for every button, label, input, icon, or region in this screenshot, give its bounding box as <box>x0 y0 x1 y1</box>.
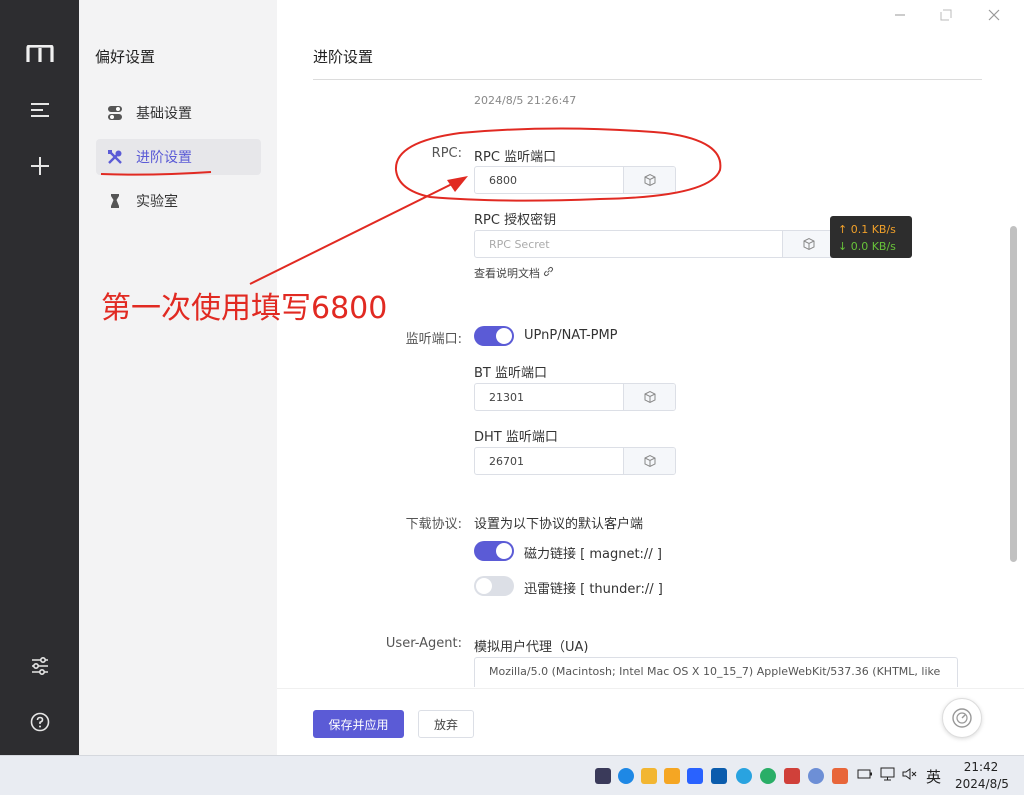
title-divider <box>313 79 982 80</box>
rpc-port-value[interactable]: 6800 <box>475 167 623 193</box>
dice-icon[interactable] <box>782 231 834 257</box>
ime-indicator[interactable]: 英 <box>926 766 941 787</box>
switch-knob <box>496 328 512 344</box>
app-icon[interactable] <box>595 768 611 784</box>
app-icon[interactable] <box>808 768 824 784</box>
nav-item-label: 基础设置 <box>136 106 192 122</box>
thunder-label: 迅雷链接 [ thunder:// ] <box>524 582 663 597</box>
network-icon[interactable] <box>880 767 896 784</box>
download-speed: ↓ 0.0 KB/s <box>838 240 896 253</box>
link-icon <box>543 266 554 280</box>
thunder-switch[interactable] <box>474 576 514 596</box>
dht-port-input[interactable]: 26701 <box>474 447 676 475</box>
bt-port-value[interactable]: 21301 <box>475 384 623 410</box>
save-apply-button[interactable]: 保存并应用 <box>313 710 404 738</box>
app-icon[interactable] <box>711 768 727 784</box>
upload-speed: ↑ 0.1 KB/s <box>838 223 896 236</box>
rpc-row-label: RPC: <box>431 146 462 161</box>
tools-icon <box>106 148 124 166</box>
doc-link-label[interactable]: 查看说明文档 <box>474 265 540 281</box>
upnp-label: UPnP/NAT-PMP <box>524 328 618 343</box>
discard-button[interactable]: 放弃 <box>418 710 474 738</box>
app-icon[interactable] <box>784 768 800 784</box>
clock-time: 21:42 <box>963 760 999 774</box>
app-rail <box>0 0 79 755</box>
shield-icon[interactable] <box>664 768 680 784</box>
switch-knob <box>496 543 512 559</box>
nav-title: 偏好设置 <box>95 48 156 66</box>
chat-icon[interactable] <box>760 768 776 784</box>
footer-divider <box>277 688 1024 689</box>
maximize-icon[interactable] <box>935 4 957 26</box>
app-icon[interactable] <box>687 768 703 784</box>
rpc-port-label: RPC 监听端口 <box>474 150 557 165</box>
folder-icon[interactable] <box>641 768 657 784</box>
dht-port-value[interactable]: 26701 <box>475 448 623 474</box>
protocol-description: 设置为以下协议的默认客户端 <box>474 517 644 532</box>
clock-date: 2024/8/5 <box>955 777 1009 791</box>
bt-port-input[interactable]: 21301 <box>474 383 676 411</box>
speed-indicator: ↑ 0.1 KB/s ↓ 0.0 KB/s <box>830 216 912 258</box>
rpc-port-input[interactable]: 6800 <box>474 166 676 194</box>
minimize-icon[interactable] <box>889 4 911 26</box>
close-icon[interactable] <box>983 4 1005 26</box>
rpc-secret-placeholder[interactable]: RPC Secret <box>475 231 782 257</box>
main-panel: 进阶设置 2024/8/5 21:26:47 RPC: RPC 监听端口 680… <box>277 0 1024 755</box>
page-title: 进阶设置 <box>313 48 374 66</box>
clock[interactable]: 21:42 2024/8/5 <box>955 759 1009 793</box>
doc-link[interactable]: 查看说明文档 <box>474 265 554 281</box>
ua-label: 模拟用户代理（UA) <box>474 640 589 655</box>
nav-item-label: 进阶设置 <box>136 150 192 166</box>
magnet-switch[interactable] <box>474 541 514 561</box>
listen-row-label: 监听端口: <box>405 332 462 347</box>
ua-row-label: User-Agent: <box>385 636 462 651</box>
magnet-label: 磁力链接 [ magnet:// ] <box>524 547 662 562</box>
ua-textarea[interactable]: Mozilla/5.0 (Macintosh; Intel Mac OS X 1… <box>474 657 958 687</box>
timestamp: 2024/8/5 21:26:47 <box>474 94 577 107</box>
add-task-icon[interactable] <box>20 146 60 186</box>
dice-icon[interactable] <box>623 167 675 193</box>
upnp-switch[interactable] <box>474 326 514 346</box>
rpc-secret-input[interactable]: RPC Secret <box>474 230 835 258</box>
protocol-row-label: 下载协议: <box>405 517 462 532</box>
nav-item-advanced[interactable]: 进阶设置 <box>96 139 261 175</box>
app-icon[interactable] <box>832 768 848 784</box>
dice-icon[interactable] <box>623 448 675 474</box>
help-icon[interactable] <box>20 702 60 742</box>
nav-item-label: 实验室 <box>136 194 178 210</box>
taskbar: 英 21:42 2024/8/5 <box>0 755 1024 795</box>
bt-port-label: BT 监听端口 <box>474 366 547 381</box>
nav-item-lab[interactable]: 实验室 <box>96 183 261 219</box>
cloud-icon[interactable] <box>736 768 752 784</box>
settings-nav: 偏好设置 基础设置 进阶设置 实验室 <box>79 0 277 755</box>
flask-icon <box>106 192 124 210</box>
toggle-icon <box>106 104 124 122</box>
volume-icon[interactable] <box>902 767 918 784</box>
battery-icon[interactable] <box>857 767 873 784</box>
switch-knob <box>476 578 492 594</box>
scrollbar-thumb[interactable] <box>1010 226 1017 562</box>
speedometer-icon[interactable] <box>942 698 982 738</box>
rpc-secret-label: RPC 授权密钥 <box>474 213 557 228</box>
menu-icon[interactable] <box>20 90 60 130</box>
dice-icon[interactable] <box>623 384 675 410</box>
app-icon[interactable] <box>618 768 634 784</box>
dht-port-label: DHT 监听端口 <box>474 430 558 445</box>
nav-item-basic[interactable]: 基础设置 <box>96 95 261 131</box>
annotation-text: 第一次使用填写6800 <box>101 291 388 326</box>
app-logo-icon <box>20 34 60 74</box>
preferences-icon[interactable] <box>20 646 60 686</box>
